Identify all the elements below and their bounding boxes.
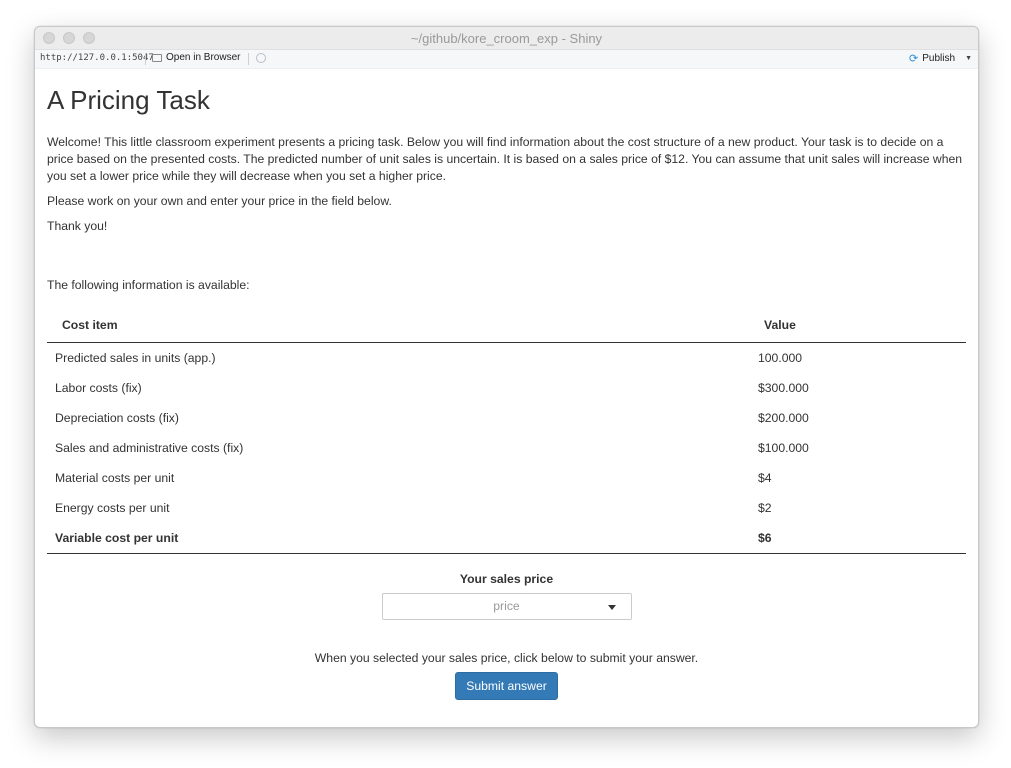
- cost-item-cell: Material costs per unit: [55, 471, 175, 485]
- chevron-down-icon: [607, 605, 616, 610]
- submit-answer-button[interactable]: Submit answer: [455, 672, 558, 700]
- page-title: A Pricing Task: [47, 85, 210, 115]
- price-form: Your sales price price When you selected…: [47, 572, 966, 700]
- column-header-cost-item: Cost item: [47, 310, 752, 343]
- thanks-paragraph: Thank you!: [47, 219, 108, 233]
- publish-button[interactable]: ⟳ Publish ▼: [909, 52, 972, 65]
- viewer-toolbar: http://127.0.0.1:5047 Open in Browser ⟳ …: [35, 50, 978, 69]
- open-in-browser-button[interactable]: Open in Browser: [152, 52, 240, 63]
- table-row: Labor costs (fix) $300.000: [47, 373, 966, 403]
- refresh-icon[interactable]: [256, 53, 266, 63]
- open-in-browser-label: Open in Browser: [166, 52, 241, 63]
- window-titlebar: ~/github/kore_croom_exp - Shiny: [35, 27, 978, 50]
- publish-label: Publish: [922, 53, 956, 64]
- price-label: Your sales price: [459, 572, 554, 586]
- table-row: Energy costs per unit $2: [47, 493, 966, 523]
- toolbar-separator: [145, 53, 146, 65]
- table-row: Depreciation costs (fix) $200.000: [47, 403, 966, 433]
- value-cell: $6: [752, 523, 966, 554]
- cost-item-cell: Labor costs (fix): [55, 381, 142, 395]
- table-total-row: Variable cost per unit $6: [47, 523, 966, 554]
- intro-paragraph: Welcome! This little classroom experimen…: [47, 135, 963, 183]
- cost-item-cell: Predicted sales in units (app.): [55, 351, 216, 365]
- app-window: ~/github/kore_croom_exp - Shiny http://1…: [34, 26, 979, 728]
- cost-item-cell: Variable cost per unit: [47, 523, 752, 554]
- work-alone-paragraph: Please work on your own and enter your p…: [47, 194, 392, 208]
- value-cell: $4: [758, 471, 772, 485]
- cost-item-cell: Depreciation costs (fix): [55, 411, 179, 425]
- value-cell: 100.000: [758, 351, 803, 365]
- table-row: Material costs per unit $4: [47, 463, 966, 493]
- table-header-row: Cost item Value: [47, 310, 966, 343]
- submit-instructions: When you selected your sales price, clic…: [314, 651, 699, 665]
- table-row: Predicted sales in units (app.) 100.000: [47, 343, 966, 374]
- table-row: Sales and administrative costs (fix) $10…: [47, 433, 966, 463]
- chevron-down-icon: ▼: [965, 55, 972, 62]
- price-select[interactable]: price: [381, 593, 632, 620]
- value-cell: $200.000: [758, 411, 809, 425]
- info-heading: The following information is available:: [47, 278, 250, 292]
- publish-icon: ⟳: [909, 53, 919, 65]
- value-cell: $100.000: [758, 441, 809, 455]
- window-title: ~/github/kore_croom_exp - Shiny: [410, 31, 603, 46]
- cost-table: Cost item Value Predicted sales in units…: [47, 310, 966, 554]
- page-content: A Pricing Task Welcome! This little clas…: [35, 85, 978, 700]
- value-cell: $2: [758, 501, 772, 515]
- price-placeholder: price: [493, 599, 520, 613]
- toolbar-separator: [248, 53, 249, 65]
- cost-item-cell: Sales and administrative costs (fix): [55, 441, 244, 455]
- value-cell: $300.000: [758, 381, 809, 395]
- browser-window-icon: [152, 53, 162, 62]
- cost-item-cell: Energy costs per unit: [55, 501, 170, 515]
- url-text: http://127.0.0.1:5047: [40, 53, 154, 63]
- column-header-value: Value: [752, 310, 966, 343]
